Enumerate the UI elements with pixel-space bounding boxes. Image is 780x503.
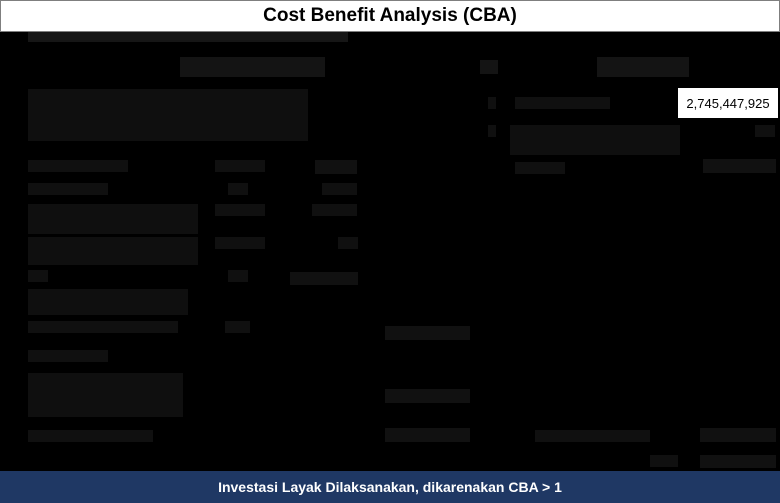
conclusion-banner: Investasi Layak Dilaksanakan, dikarenaka… bbox=[0, 471, 780, 503]
cost-row-2-no bbox=[488, 125, 496, 137]
cost-header bbox=[597, 57, 689, 77]
benefit-row-i-label bbox=[28, 373, 183, 417]
benefit-row-e-value bbox=[290, 272, 358, 285]
benefit-header bbox=[180, 57, 325, 77]
cost-total-value bbox=[700, 428, 776, 442]
page-title: Cost Benefit Analysis (CBA) bbox=[0, 0, 780, 32]
benefit-row-b-unit bbox=[228, 183, 248, 195]
benefit-row-b-label bbox=[28, 183, 108, 195]
cost-row-3-value bbox=[703, 159, 776, 173]
benefit-row-i-value bbox=[385, 389, 470, 403]
benefit-total-label bbox=[28, 430, 153, 442]
cost-row-3-label bbox=[515, 162, 565, 174]
cba-label bbox=[650, 455, 678, 467]
benefit-row-g-label bbox=[28, 321, 178, 333]
benefit-row-h-label bbox=[28, 350, 108, 362]
benefit-total-value bbox=[385, 428, 470, 442]
benefit-row-c-value bbox=[312, 204, 357, 216]
benefit-row-d-unit bbox=[215, 237, 265, 249]
benefit-row-c-label bbox=[28, 204, 198, 234]
benefit-row-c-unit bbox=[215, 204, 265, 216]
cost-row-1-no bbox=[488, 97, 496, 109]
cost-row-2-value bbox=[755, 125, 775, 137]
benefit-row-a-label bbox=[28, 160, 128, 172]
cost-row-1-value: 2,745,447,925 bbox=[678, 88, 778, 118]
benefit-row-d-label bbox=[28, 237, 198, 265]
benefit-row-f-label bbox=[28, 289, 188, 315]
benefit-row-g-value bbox=[385, 326, 470, 340]
benefit-row-d-value bbox=[338, 237, 358, 249]
benefit-row-1 bbox=[28, 89, 308, 141]
benefit-row-a-value bbox=[315, 160, 357, 174]
benefit-row-a-unit bbox=[215, 160, 265, 172]
subtitle-placeholder bbox=[28, 32, 348, 42]
benefit-row-g-unit bbox=[225, 321, 250, 333]
benefit-row-b-value bbox=[322, 183, 357, 195]
cost-row-2-label bbox=[510, 125, 680, 155]
benefit-row-e-unit bbox=[228, 270, 248, 282]
right-no-header bbox=[480, 60, 498, 74]
cost-row-1-label bbox=[515, 97, 610, 109]
benefit-row-e-label bbox=[28, 270, 48, 282]
cost-total-label bbox=[535, 430, 650, 442]
cba-value bbox=[700, 455, 776, 468]
